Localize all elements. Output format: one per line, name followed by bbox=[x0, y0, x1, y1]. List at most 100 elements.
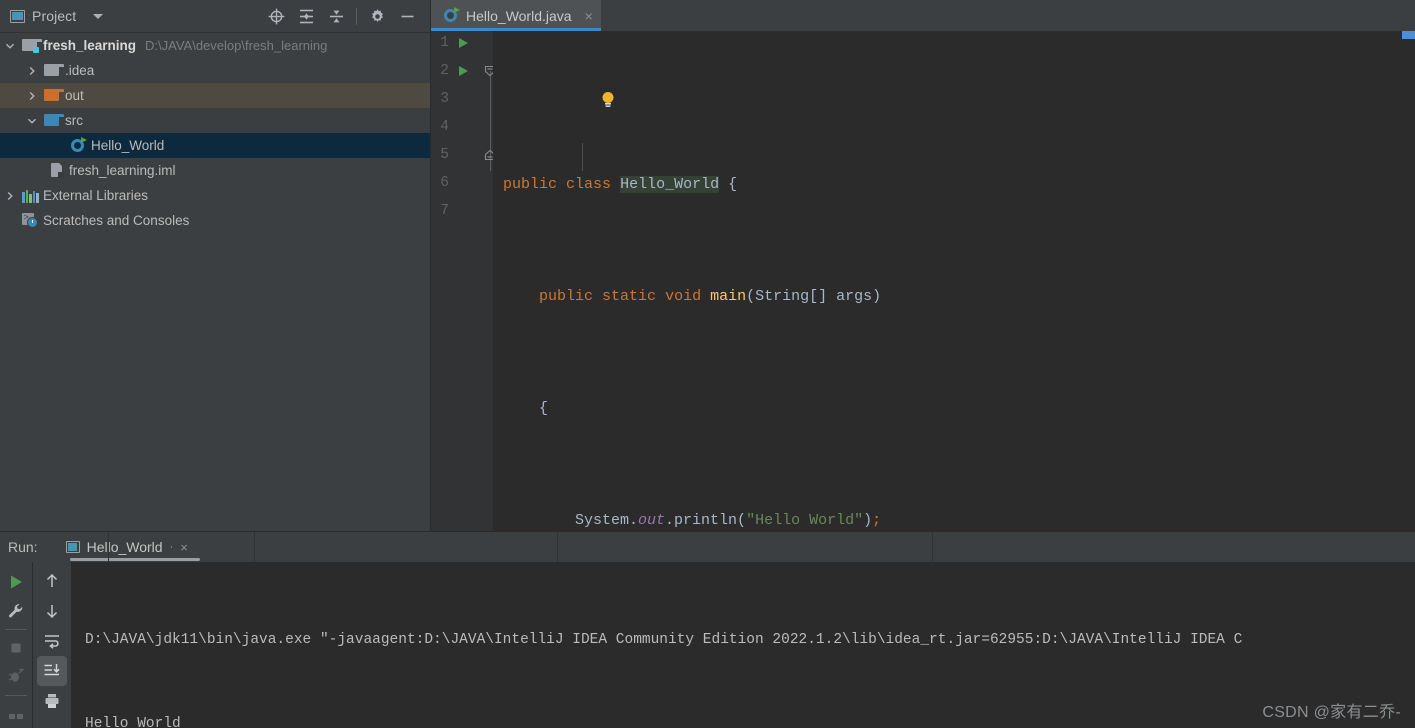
gutter-line: 2 bbox=[431, 59, 496, 87]
line-number: 5 bbox=[440, 147, 449, 163]
toolbar-divider bbox=[356, 7, 357, 25]
module-path-text: D:\JAVA\develop\fresh_learning bbox=[145, 38, 328, 53]
project-panel-toolbar bbox=[261, 2, 430, 30]
print-icon[interactable] bbox=[37, 686, 67, 716]
console-line: D:\JAVA\jdk11\bin\java.exe "-javaagent:D… bbox=[85, 632, 1243, 648]
chevron-expanded-icon[interactable] bbox=[4, 40, 16, 52]
console-line: Hello World bbox=[85, 716, 181, 728]
rerun-icon[interactable] bbox=[1, 568, 31, 596]
code-editor[interactable]: 1 2 3 4 5 6 7 public class Hello_World {… bbox=[431, 31, 1415, 531]
run-method-gutter-icon[interactable] bbox=[459, 66, 468, 76]
tree-row-idea[interactable]: .idea bbox=[0, 58, 430, 83]
close-icon[interactable]: × bbox=[180, 540, 188, 555]
project-panel-header: Project bbox=[0, 0, 430, 33]
debug-icon[interactable] bbox=[1, 662, 31, 690]
project-panel-title: Project bbox=[32, 8, 77, 24]
window-icon bbox=[10, 9, 25, 23]
token-field: out bbox=[638, 512, 666, 529]
token-brace: { bbox=[719, 176, 738, 193]
csdn-watermark: CSDN @家有二乔- bbox=[1262, 704, 1401, 721]
up-stack-arrow-icon[interactable] bbox=[37, 566, 67, 596]
tree-row-fresh-learning[interactable]: fresh_learning D:\JAVA\develop\fresh_lea… bbox=[0, 33, 430, 58]
locate-icon[interactable] bbox=[261, 2, 291, 30]
run-panel-body: D:\JAVA\jdk11\bin\java.exe "-javaagent:D… bbox=[0, 562, 1415, 728]
libraries-icon bbox=[22, 189, 39, 203]
folder-blue-icon bbox=[44, 113, 64, 129]
token-keyword: public bbox=[539, 288, 594, 305]
tree-row-hello-world[interactable]: Hello_World bbox=[0, 133, 430, 158]
token-expression: System. bbox=[503, 512, 639, 529]
code-line-1: public class Hello_World { bbox=[503, 171, 1415, 199]
tree-row-src[interactable]: src bbox=[0, 108, 430, 133]
java-class-icon bbox=[443, 6, 460, 24]
run-tool-window: Run: Hello_World · × D:\JAVA\jdk11\bin\j… bbox=[0, 532, 1415, 728]
close-icon[interactable]: × bbox=[585, 9, 593, 23]
code-line-2: public static void main(String[] args) bbox=[503, 283, 1415, 311]
collapse-all-icon[interactable] bbox=[321, 2, 351, 30]
chevron-expanded-icon[interactable] bbox=[26, 115, 38, 127]
project-tool-window: Project fresh_learning D:\JAVA\develop\f… bbox=[0, 0, 430, 531]
header-divider bbox=[108, 532, 109, 562]
tab-bar-empty-space bbox=[600, 0, 1415, 31]
token-paren: ) bbox=[863, 512, 873, 529]
token-keyword: class bbox=[566, 176, 612, 193]
line-number: 1 bbox=[440, 35, 449, 51]
console-output[interactable]: D:\JAVA\jdk11\bin\java.exe "-javaagent:D… bbox=[71, 562, 1415, 728]
token-string: "Hello World" bbox=[746, 512, 864, 529]
header-divider bbox=[932, 532, 933, 562]
run-panel-label: Run: bbox=[8, 539, 38, 555]
tree-label: External Libraries bbox=[43, 188, 149, 203]
gutter-line: 4 bbox=[431, 115, 493, 143]
line-number: 4 bbox=[440, 119, 449, 135]
soft-wrap-icon[interactable] bbox=[37, 626, 67, 656]
tree-label: out bbox=[65, 88, 84, 103]
scratches-icon: >_ bbox=[22, 213, 38, 228]
token-class-name: Hello_World bbox=[620, 176, 720, 193]
run-config-icon bbox=[65, 541, 80, 553]
code-text-area[interactable]: public class Hello_World { public static… bbox=[493, 31, 1415, 531]
console-actions-toolbar bbox=[33, 562, 71, 728]
editor-gutter[interactable]: 1 2 3 4 5 6 7 bbox=[431, 31, 496, 531]
tree-row-scratches[interactable]: >_ Scratches and Consoles bbox=[0, 208, 430, 233]
tree-label: fresh_learning bbox=[43, 38, 137, 53]
run-class-gutter-icon[interactable] bbox=[459, 38, 468, 48]
tree-label: Hello_World bbox=[91, 138, 165, 153]
expand-all-icon[interactable] bbox=[291, 2, 321, 30]
tree-row-external-libraries[interactable]: External Libraries bbox=[0, 183, 430, 208]
folder-gray-icon bbox=[44, 63, 64, 79]
editor-scrollbar-marker[interactable] bbox=[1402, 31, 1415, 39]
intellij-idea-window: Project fresh_learning D:\JAVA\develop\f… bbox=[0, 0, 1415, 728]
chevron-down-icon[interactable] bbox=[93, 13, 104, 19]
project-title-group[interactable]: Project bbox=[0, 8, 104, 24]
tree-row-out[interactable]: out bbox=[0, 83, 430, 108]
more-actions-icon[interactable] bbox=[1, 700, 31, 728]
chevron-collapsed-icon[interactable] bbox=[26, 90, 38, 102]
active-run-tab-underline bbox=[69, 558, 200, 561]
chevron-collapsed-icon[interactable] bbox=[4, 190, 16, 202]
hide-panel-icon[interactable] bbox=[392, 2, 422, 30]
gutter-line: 7 bbox=[431, 199, 493, 227]
scroll-to-end-icon[interactable] bbox=[37, 656, 67, 686]
indent-guide bbox=[582, 143, 583, 171]
token-params: (String[] args) bbox=[746, 288, 882, 305]
run-tab-hello-world[interactable]: Hello_World · × bbox=[60, 532, 200, 562]
tree-label: fresh_learning.iml bbox=[69, 163, 176, 178]
run-tab-label: Hello_World bbox=[86, 539, 163, 555]
header-divider bbox=[557, 532, 558, 562]
tree-row-iml[interactable]: fresh_learning.iml bbox=[0, 158, 430, 183]
chevron-collapsed-icon[interactable] bbox=[26, 65, 38, 77]
project-tree: fresh_learning D:\JAVA\develop\fresh_lea… bbox=[0, 33, 430, 233]
settings-gear-icon[interactable] bbox=[362, 2, 392, 30]
java-class-icon bbox=[70, 136, 87, 154]
stop-icon[interactable] bbox=[1, 634, 31, 662]
edit-configurations-wrench-icon[interactable] bbox=[1, 596, 31, 624]
gutter-line: 1 bbox=[431, 31, 493, 59]
intention-bulb-icon[interactable] bbox=[511, 63, 614, 107]
folder-orange-icon bbox=[44, 88, 64, 104]
down-stack-arrow-icon[interactable] bbox=[37, 596, 67, 626]
editor-tab-hello-world[interactable]: Hello_World.java × bbox=[431, 0, 601, 31]
